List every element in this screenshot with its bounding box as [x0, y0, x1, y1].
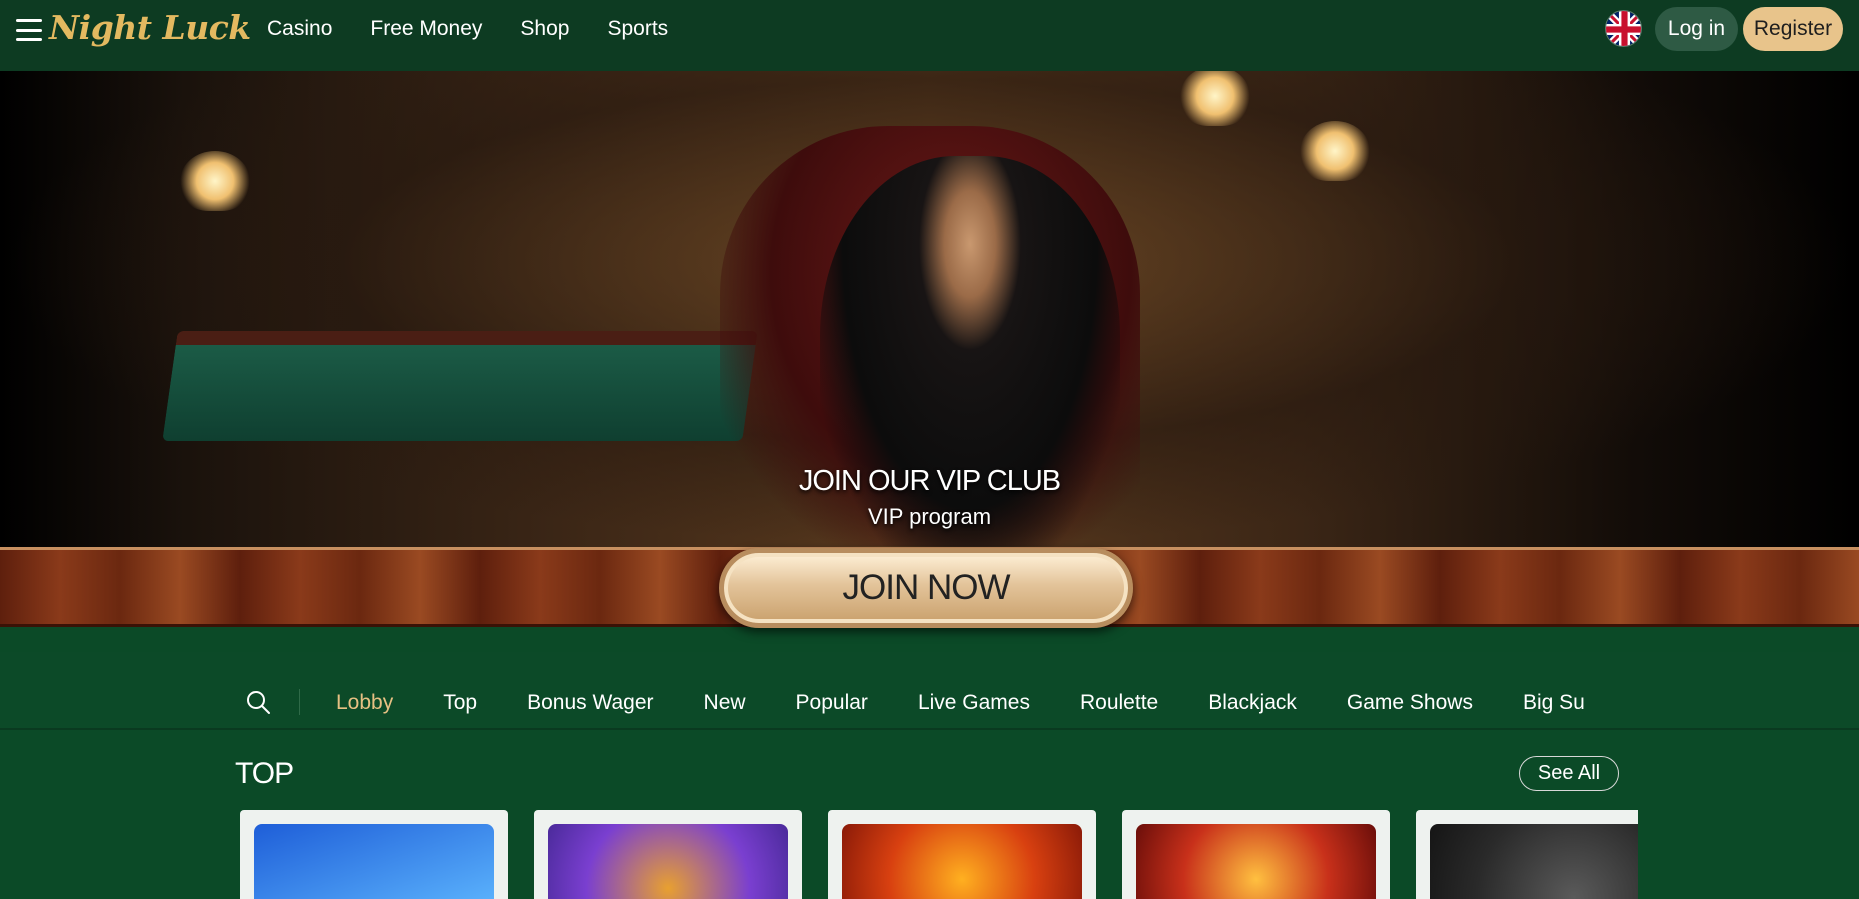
login-button[interactable]: Log in	[1655, 7, 1738, 51]
hero-banner: JOIN OUR VIP CLUB VIP program	[0, 71, 1859, 547]
game-thumbnail	[254, 824, 494, 899]
nav-shop[interactable]: Shop	[520, 14, 569, 44]
nav-free-money[interactable]: Free Money	[370, 14, 482, 44]
chandelier-decor	[1300, 121, 1370, 181]
category-tabs: Lobby Top Bonus Wager New Popular Live Games R…	[336, 688, 1638, 718]
tab-big-su[interactable]: Big Su	[1523, 688, 1585, 718]
main-nav: Casino Free Money Shop Sports	[267, 14, 706, 44]
game-card[interactable]	[1416, 810, 1638, 899]
join-now-button[interactable]: JOIN NOW	[719, 548, 1133, 628]
tab-top[interactable]: Top	[443, 688, 477, 718]
uk-flag-icon[interactable]	[1605, 10, 1642, 47]
hamburger-menu-icon[interactable]	[16, 19, 42, 41]
game-thumbnail	[842, 824, 1082, 899]
game-card[interactable]	[1122, 810, 1390, 899]
game-card[interactable]	[828, 810, 1096, 899]
tab-lobby[interactable]: Lobby	[336, 688, 393, 718]
tab-popular[interactable]: Popular	[796, 688, 868, 718]
games-row	[240, 810, 1638, 899]
game-thumbnail	[548, 824, 788, 899]
game-thumbnail	[1136, 824, 1376, 899]
game-thumbnail	[1430, 824, 1638, 899]
hero-title: JOIN OUR VIP CLUB	[798, 465, 1061, 497]
game-card[interactable]	[534, 810, 802, 899]
tab-game-shows[interactable]: Game Shows	[1347, 688, 1473, 718]
site-logo[interactable]: Night Luck	[49, 8, 251, 47]
tab-new[interactable]: New	[704, 688, 746, 718]
chandelier-decor	[1180, 71, 1250, 126]
tab-roulette[interactable]: Roulette	[1080, 688, 1158, 718]
tab-live-games[interactable]: Live Games	[918, 688, 1030, 718]
pool-table-image	[162, 331, 758, 441]
search-icon[interactable]	[245, 689, 271, 715]
top-bar: Night Luck Casino Free Money Shop Sports…	[0, 0, 1859, 71]
nav-casino[interactable]: Casino	[267, 14, 332, 44]
nav-sports[interactable]: Sports	[607, 14, 668, 44]
chandelier-decor	[180, 151, 250, 211]
register-button[interactable]: Register	[1743, 7, 1843, 51]
category-divider	[299, 689, 300, 715]
game-card[interactable]	[240, 810, 508, 899]
tab-bonus-wager[interactable]: Bonus Wager	[527, 688, 653, 718]
see-all-button[interactable]: See All	[1519, 756, 1619, 791]
tab-blackjack[interactable]: Blackjack	[1208, 688, 1297, 718]
hero-subtitle: VIP program	[867, 504, 992, 529]
section-title-top: TOP	[235, 757, 294, 790]
